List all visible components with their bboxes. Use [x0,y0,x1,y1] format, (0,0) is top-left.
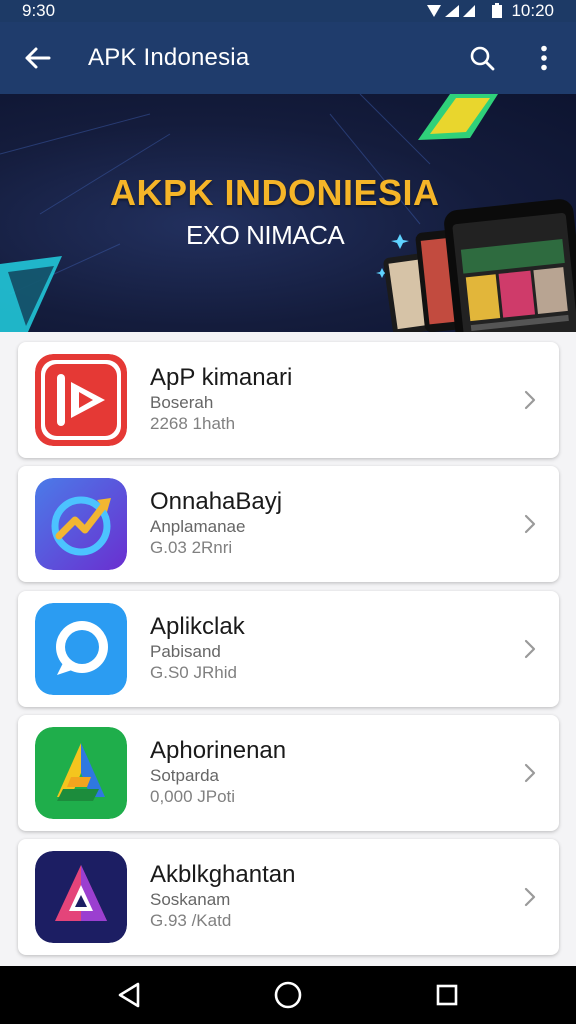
signal-icon [427,5,476,17]
nav-back-button[interactable] [107,973,151,1017]
app-meta: G.S0 JRhid [150,663,237,682]
app-meta: G.93 /Katd [150,911,232,930]
green-triangle-icon [35,727,127,819]
page-title: APK Indonesia [88,44,250,71]
system-nav-bar [0,966,576,1024]
chevron-right-icon [515,382,545,418]
app-list-item[interactable]: Aphorinenan Sotparda 0,000 JPoti [18,715,559,831]
app-name: Aplikclak [150,613,245,640]
search-button[interactable] [460,36,504,80]
status-bar: 9:30 10:20 [0,0,576,22]
app-list-item[interactable]: Akblkghantan Soskanam G.93 /Katd [18,839,559,955]
app-list-item[interactable]: ApP kimanari Boserah 2268 1hath [18,342,559,458]
more-vert-icon [541,45,547,71]
app-list-item[interactable]: Aplikclak Pabisand G.S0 JRhid [18,591,559,707]
app-bar: APK Indonesia [0,22,576,94]
banner-subtitle: EXO NIMACA [186,220,345,250]
status-time-left: 9:30 [22,1,56,20]
chevron-right-icon [515,506,545,542]
more-options-button[interactable] [522,36,566,80]
promo-banner[interactable]: AKPK INDONIESIA EXO NIMACA [0,94,576,332]
chevron-right-icon [515,755,545,791]
app-name: Akblkghantan [150,861,296,888]
chevron-right-icon [515,879,545,915]
chat-bubble-icon [35,603,127,695]
nav-recents-button[interactable] [425,973,469,1017]
nav-home-button[interactable] [266,973,310,1017]
app-category: Boserah [150,393,214,412]
app-name: OnnahaBayj [150,488,283,515]
app-category: Anplamanae [150,517,246,536]
app-name: Aphorinenan [150,737,287,764]
arrow-left-icon [25,47,51,69]
battery-icon [492,3,503,18]
red-play-icon [35,354,127,446]
app-meta: 2268 1hath [150,414,236,433]
navy-triangle-icon [35,851,127,943]
recents-square-icon [436,984,457,1006]
chevron-right-icon [515,631,545,667]
app-category: Sotparda [150,766,219,785]
app-category: Pabisand [150,642,221,661]
app-list-item[interactable]: OnnahaBayj Anplamanae G.03 2Rnri [18,466,559,582]
back-triangle-icon [119,982,140,1008]
app-meta: 0,000 JPoti [150,787,236,806]
status-icons: 10:20 [425,1,554,21]
app-category: Soskanam [150,890,231,909]
home-circle-icon [274,981,302,1009]
search-icon [470,46,495,71]
app-name: ApP kimanari [150,364,293,391]
purple-chart-icon [35,478,127,570]
banner-title: AKPK INDONIESIA [110,172,440,213]
status-time-right: 10:20 [511,1,554,20]
back-button[interactable] [18,39,56,77]
app-meta: G.03 2Rnri [150,538,233,557]
